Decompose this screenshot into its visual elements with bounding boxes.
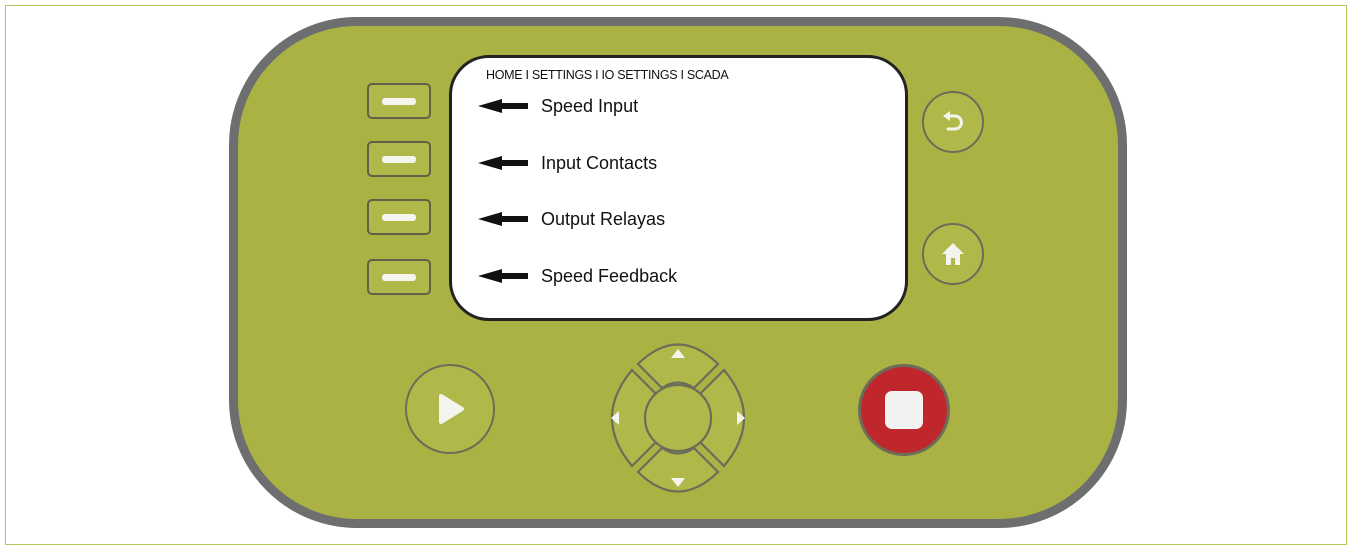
undo-arrow-icon [943, 111, 963, 131]
menu-item-label: Speed Input [541, 95, 639, 116]
dpad-center-button[interactable] [643, 383, 713, 453]
dash-icon [382, 213, 416, 221]
left-arrow-icon [478, 269, 528, 283]
home-button[interactable] [922, 223, 984, 285]
back-button[interactable] [922, 91, 984, 153]
dash-icon [382, 155, 416, 163]
directional-pad [611, 343, 745, 493]
menu-item-label: Speed Feedback [541, 265, 678, 286]
softkey-3[interactable] [367, 199, 431, 235]
left-arrow-icon [478, 156, 528, 170]
dash-icon [382, 97, 416, 105]
display-screen: HOME I SETTINGS I IO SETTINGS I SCADA Sp… [449, 55, 908, 321]
softkey-2[interactable] [367, 141, 431, 177]
left-arrow-icon [478, 212, 528, 226]
menu-item-label: Input Contacts [541, 152, 658, 173]
menu-item-input-contacts[interactable]: Input Contacts [478, 148, 657, 178]
menu-item-output-relays[interactable]: Output Relayas [478, 204, 665, 234]
dash-icon [382, 273, 416, 281]
menu-item-speed-feedback[interactable]: Speed Feedback [478, 261, 677, 291]
house-icon [942, 243, 964, 265]
stop-button[interactable] [858, 364, 950, 456]
softkey-1[interactable] [367, 83, 431, 119]
play-button[interactable] [405, 364, 495, 454]
menu-item-speed-input[interactable]: Speed Input [478, 91, 638, 121]
left-arrow-icon [478, 99, 528, 113]
play-triangle-icon [439, 394, 464, 424]
menu-item-label: Output Relayas [541, 208, 666, 229]
stop-square-icon [885, 391, 923, 429]
softkey-4[interactable] [367, 259, 431, 295]
breadcrumb: HOME I SETTINGS I IO SETTINGS I SCADA [486, 68, 729, 82]
